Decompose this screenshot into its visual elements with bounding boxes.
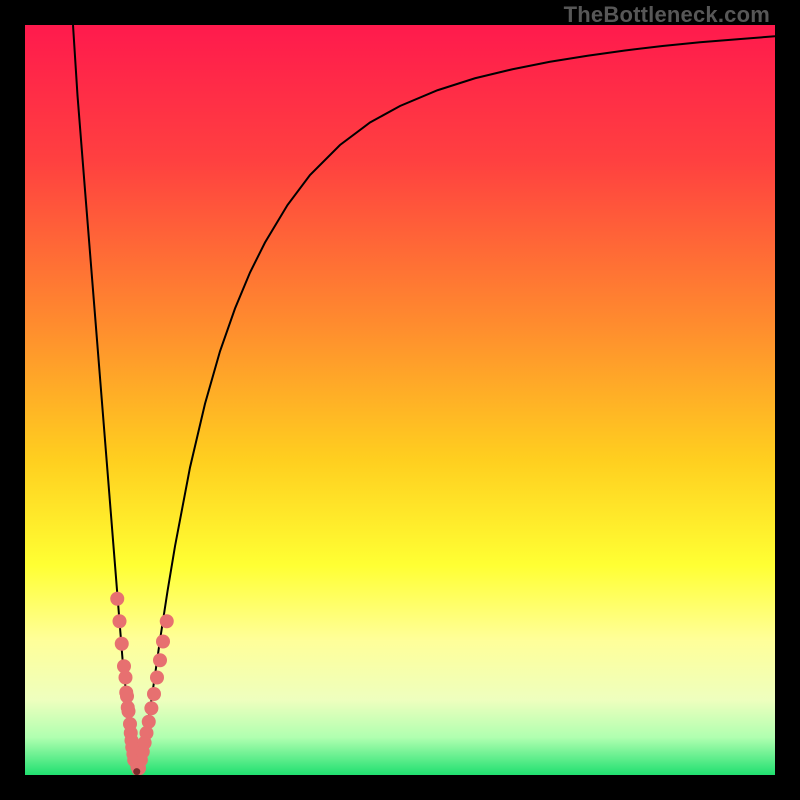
plot-area bbox=[25, 25, 775, 775]
data-point bbox=[110, 592, 124, 606]
chart-frame: TheBottleneck.com bbox=[0, 0, 800, 800]
data-point bbox=[142, 715, 156, 729]
data-point bbox=[160, 614, 174, 628]
chart-svg bbox=[25, 25, 775, 775]
watermark-text: TheBottleneck.com bbox=[564, 2, 770, 28]
data-point bbox=[150, 671, 164, 685]
data-point bbox=[156, 635, 170, 649]
data-point bbox=[133, 768, 140, 775]
data-point bbox=[120, 689, 134, 703]
data-point bbox=[147, 687, 161, 701]
data-point bbox=[115, 637, 129, 651]
data-point bbox=[144, 701, 158, 715]
data-point bbox=[119, 671, 133, 685]
data-point bbox=[113, 614, 127, 628]
data-point bbox=[153, 653, 167, 667]
gradient-background bbox=[25, 25, 775, 775]
data-point bbox=[122, 704, 136, 718]
